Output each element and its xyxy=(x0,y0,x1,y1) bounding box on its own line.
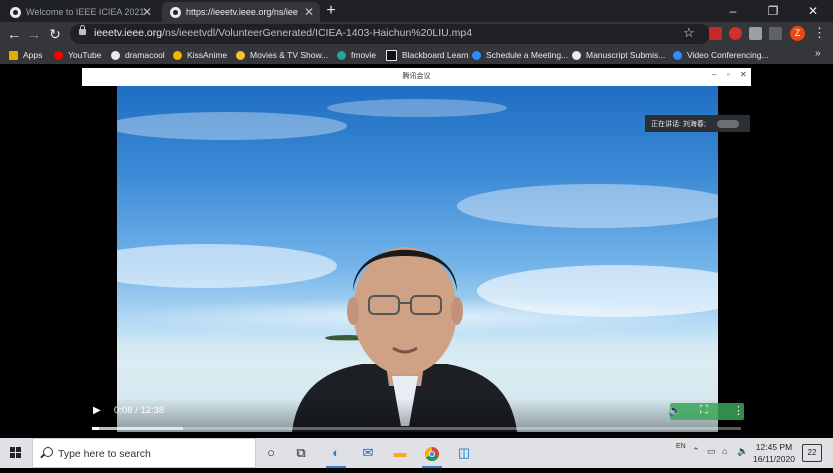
bookmark-schedule-meeting[interactable]: Schedule a Meeting... xyxy=(472,49,568,61)
show-hidden-icons[interactable]: ⌃ xyxy=(692,446,700,457)
movies-icon xyxy=(236,50,245,60)
chrome-icon[interactable] xyxy=(416,438,448,468)
globe-icon xyxy=(111,50,120,60)
youtube-icon xyxy=(54,50,63,60)
reading-list-icon[interactable] xyxy=(769,27,782,40)
back-button[interactable]: ← xyxy=(5,25,23,43)
mail-icon[interactable]: ✉ xyxy=(352,438,384,468)
bookmark-dramacool[interactable]: dramacool xyxy=(111,49,165,61)
kissanime-icon xyxy=(173,50,182,60)
close-tab-icon[interactable]: ✕ xyxy=(142,5,152,19)
current-time: 0:08 xyxy=(114,405,133,416)
windows-logo-icon xyxy=(10,447,21,458)
bookmark-kissanime[interactable]: KissAnime xyxy=(173,49,227,61)
close-window-button[interactable]: ✕ xyxy=(793,0,833,22)
more-bookmarks-button[interactable]: » xyxy=(815,48,821,59)
file-explorer-icon[interactable]: ▬ xyxy=(384,438,416,468)
meeting-restore-icon: ▫ xyxy=(727,70,730,79)
tab-iciea[interactable]: Welcome to IEEE ICIEA 2021 ✕ xyxy=(2,2,158,22)
windows-taskbar: Type here to search ○ ⧉ ◐ ✉ ▬ ◫ EN ⌃ ▭ ⌂… xyxy=(0,438,833,468)
tab-title: https://ieeetv.ieee.org/ns/iee xyxy=(186,7,298,17)
language-indicator[interactable]: EN xyxy=(676,443,686,450)
cortana-icon[interactable]: ○ xyxy=(255,438,287,468)
minimize-window-button[interactable]: – xyxy=(713,0,753,22)
outlook-icon[interactable]: ◫ xyxy=(448,438,480,468)
shield-extension-icon[interactable] xyxy=(729,27,742,40)
volume-icon[interactable]: 🔈 xyxy=(668,404,682,417)
site-favicon-icon xyxy=(10,6,21,18)
task-view-icon[interactable]: ⧉ xyxy=(285,438,317,468)
browser-menu-icon[interactable]: ⋮ xyxy=(813,25,826,41)
blackboard-icon xyxy=(386,49,397,61)
bookmark-apps[interactable]: Apps xyxy=(9,49,42,61)
bookmark-movies[interactable]: Movies & TV Show... xyxy=(236,49,328,61)
video-progress-bar[interactable] xyxy=(92,427,741,430)
speaker-label: 正在讲话: 刘海春; xyxy=(651,121,706,128)
bookmark-fmovie[interactable]: fmovie xyxy=(337,49,376,61)
more-options-icon[interactable]: ⋮ xyxy=(733,404,744,417)
address-bar[interactable]: ieeetv.ieee.org/ns/ieeetvdl/VolunteerGen… xyxy=(70,24,710,44)
bookmark-blackboard[interactable]: Blackboard Learn xyxy=(386,49,469,61)
browser-toolbar: ← → ↻ ieeetv.ieee.org/ns/ieeetvdl/Volunt… xyxy=(0,22,833,46)
video-time: 0:08 / 12:38 xyxy=(114,405,165,416)
fmovie-icon xyxy=(337,50,346,60)
profile-avatar[interactable]: Z xyxy=(790,26,805,41)
close-tab-icon[interactable]: ✕ xyxy=(304,5,314,19)
forward-button[interactable]: → xyxy=(25,25,43,43)
zoom-icon xyxy=(673,50,682,60)
globe-icon xyxy=(572,50,581,60)
bookmark-manuscript[interactable]: Manuscript Submis... xyxy=(572,49,665,61)
reload-button[interactable]: ↻ xyxy=(46,25,64,43)
clock-time: 12:45 PM xyxy=(755,442,793,452)
video-buffered-bar xyxy=(92,427,183,430)
meeting-window-title: 腾讯会议 xyxy=(402,73,431,80)
network-icon[interactable]: ⌂ xyxy=(722,446,727,456)
zoom-icon xyxy=(472,50,481,60)
meeting-minimize-icon: – xyxy=(712,70,717,79)
bookmark-youtube[interactable]: YouTube xyxy=(54,49,101,61)
notification-center-icon[interactable]: 22 xyxy=(802,444,822,462)
url-text: ieeetv.ieee.org/ns/ieeetvdl/VolunteerGen… xyxy=(94,27,473,39)
play-button[interactable]: ▶ xyxy=(93,405,101,416)
puzzle-extensions-icon[interactable] xyxy=(749,27,762,40)
chrome-logo-icon xyxy=(425,446,439,461)
system-clock[interactable]: 12:45 PM 16/11/2020 xyxy=(748,441,800,465)
browser-tab-strip: Welcome to IEEE ICIEA 2021 ✕ https://iee… xyxy=(0,0,833,22)
notification-count: 22 xyxy=(807,448,817,457)
meeting-window-titlebar: 腾讯会议 – ▫ ✕ xyxy=(82,68,751,86)
start-button[interactable] xyxy=(0,438,32,468)
speaker-audio-icon xyxy=(717,120,739,128)
bookmark-video-conferencing[interactable]: Video Conferencing... xyxy=(673,49,769,61)
taskbar-search-box[interactable]: Type here to search xyxy=(32,438,256,468)
site-favicon-icon xyxy=(170,6,181,18)
battery-icon[interactable]: ▭ xyxy=(707,446,716,457)
duration: 12:38 xyxy=(140,405,165,416)
pdf-extension-icon[interactable] xyxy=(709,27,722,40)
edge-browser-icon[interactable]: ◐ xyxy=(320,438,352,468)
tab-ieeetv[interactable]: https://ieeetv.ieee.org/ns/iee ✕ xyxy=(162,2,320,22)
maximize-window-button[interactable]: ❐ xyxy=(753,0,793,22)
apps-grid-icon xyxy=(9,50,18,60)
bookmark-star-icon[interactable]: ☆ xyxy=(683,25,695,41)
video-frame xyxy=(117,86,718,432)
tab-title: Welcome to IEEE ICIEA 2021 xyxy=(26,7,145,17)
bookmarks-bar: Apps YouTube dramacool KissAnime Movies … xyxy=(0,46,833,64)
search-placeholder: Type here to search xyxy=(58,448,151,460)
fullscreen-icon[interactable]: ⛶ xyxy=(700,404,708,417)
speaker-video-image xyxy=(117,99,718,432)
lock-icon xyxy=(79,25,86,35)
meeting-close-icon: ✕ xyxy=(740,70,747,79)
speaker-volume-icon[interactable]: 🔈 xyxy=(737,446,748,457)
active-speaker-indicator: 正在讲话: 刘海春; xyxy=(645,115,750,132)
clock-date: 16/11/2020 xyxy=(753,454,795,464)
search-icon xyxy=(43,447,53,457)
new-tab-button[interactable]: + xyxy=(321,2,341,20)
